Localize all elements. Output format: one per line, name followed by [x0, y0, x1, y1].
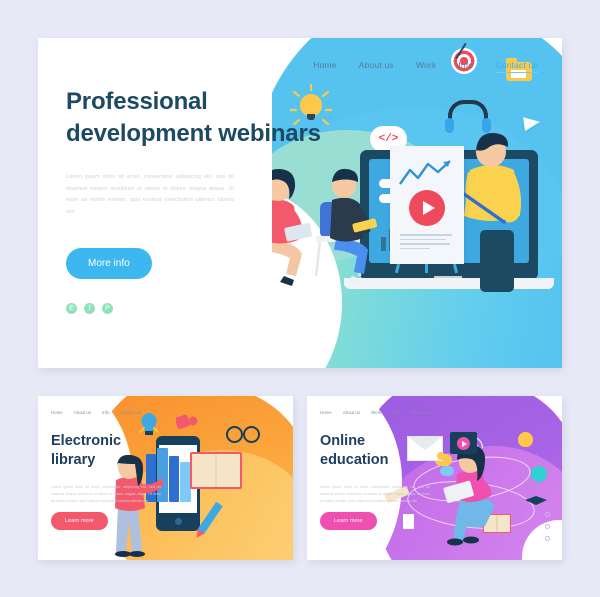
card-title-line-2: library [51, 452, 96, 469]
dot-decoration [545, 512, 550, 548]
page-title: Professional development webinars [66, 86, 326, 150]
bookmark-icon [176, 414, 198, 430]
card-nav-work[interactable]: Work [371, 410, 381, 415]
video-icon [450, 432, 477, 454]
card-title-line-1: Online [320, 433, 366, 449]
hero-title-line-1: Professional [66, 88, 208, 115]
card-navigation[interactable]: Home About us Info Contact us [51, 410, 141, 415]
learn-more-button[interactable]: Learn more [51, 512, 108, 530]
card-title: Electronic library [51, 432, 171, 470]
card-title-line-1: Electronic [51, 433, 122, 449]
envelope-badge [437, 452, 445, 460]
nav-link-work[interactable]: Work [416, 60, 436, 73]
nav-link-info[interactable]: Info [458, 60, 473, 73]
nav-link-home[interactable]: Home [313, 60, 336, 73]
hero-paragraph: Lorem ipsum dolor sit amet, consectetur … [66, 174, 234, 215]
globe-icon [531, 466, 547, 482]
hero-text-block: Professional development webinars Lorem … [66, 86, 326, 314]
pinterest-icon[interactable]: P [102, 302, 113, 314]
card-nav-contact-us[interactable]: Contact us [411, 410, 432, 415]
open-book-icon [190, 452, 242, 489]
card-paragraph: Lorem ipsum dolor sit amet, consectetur … [51, 484, 161, 504]
hourglass-icon [403, 514, 414, 529]
headphone-ear-left [445, 118, 454, 133]
electronic-library-card: Home About us Info Contact us Electronic… [38, 396, 293, 560]
glasses-icon [226, 426, 260, 443]
nav-link-about-us[interactable]: About us [359, 60, 394, 73]
card-title-line-2: education [320, 452, 389, 469]
presenter-person [462, 132, 522, 292]
hero-title-line-2: development webinars [66, 120, 321, 148]
card-nav-info[interactable]: Info [102, 410, 109, 415]
card-navigation[interactable]: Home About us Work Info Contact us [320, 410, 432, 415]
page-root: </> Home About us Work Info Contact us P… [0, 0, 600, 597]
card-nav-about-us[interactable]: About us [74, 410, 91, 415]
card-nav-home[interactable]: Home [320, 410, 332, 415]
poster-easel-legs [394, 263, 459, 274]
learn-more-button[interactable]: Learn more [320, 512, 377, 530]
card-nav-home[interactable]: Home [51, 410, 63, 415]
play-button-icon [409, 190, 445, 226]
card-nav-info[interactable]: Info [392, 410, 399, 415]
social-links[interactable]: ✆ f P [66, 302, 326, 314]
whatsapp-icon[interactable]: ✆ [66, 302, 77, 314]
poster-text-lines [400, 234, 454, 252]
card-nav-contact-us[interactable]: Contact us [120, 410, 141, 415]
hero-landing-card: </> Home About us Work Info Contact us P… [38, 38, 562, 368]
facebook-icon[interactable]: f [84, 302, 95, 314]
poster-chart-icon [399, 160, 451, 185]
phone-home-button [175, 518, 182, 525]
online-education-card: Home About us Work Info Contact us Onlin… [307, 396, 562, 560]
card-paragraph: Lorem ipsum dolor sit amet, consectetur … [320, 484, 430, 504]
presentation-poster [390, 146, 464, 274]
seated-woman-laptop [443, 444, 495, 546]
headphones-icon [445, 100, 491, 133]
nav-link-contact-us[interactable]: Contact us [495, 60, 538, 73]
hero-navigation[interactable]: Home About us Work Info Contact us [313, 60, 538, 73]
more-info-button[interactable]: More info [66, 247, 152, 279]
card-nav-about-us[interactable]: About us [343, 410, 360, 415]
